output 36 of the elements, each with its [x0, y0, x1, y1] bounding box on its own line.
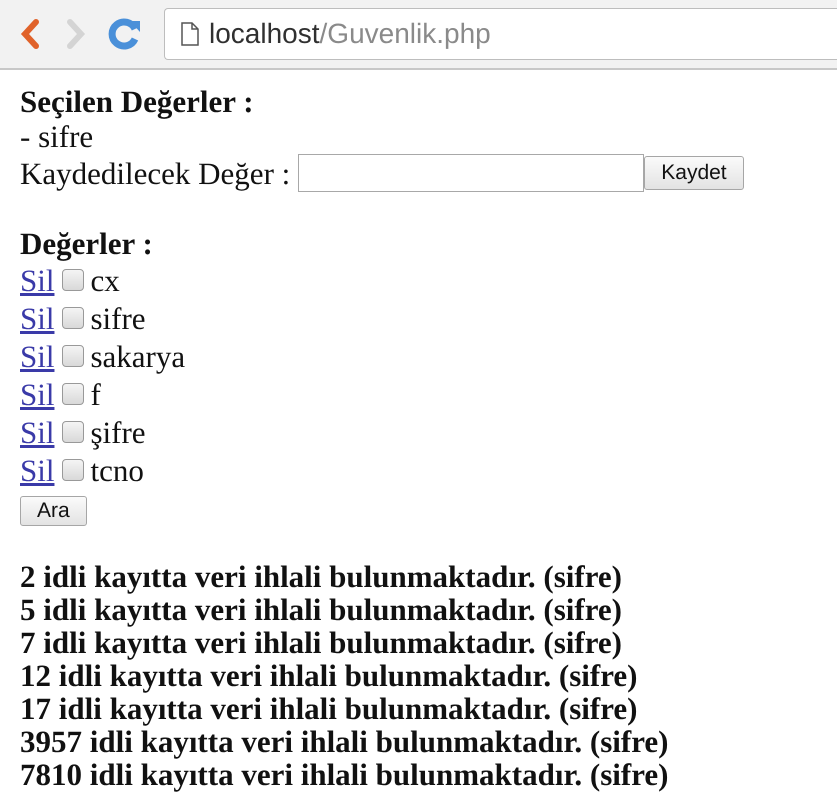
reload-button[interactable]	[108, 17, 142, 51]
checkbox[interactable]	[62, 269, 84, 291]
section-heading: Değerler :	[20, 226, 153, 261]
value-label: sakarya	[90, 338, 186, 374]
checkbox[interactable]	[62, 345, 84, 367]
result-message: 12 idli kayıtta veri ihlali bulunmaktadır. (sifre)	[20, 659, 638, 692]
address-bar[interactable]: localhost/Guvenlik.php	[164, 8, 837, 60]
checkbox[interactable]	[62, 383, 84, 405]
result-message: 5 idli kayıtta veri ihlali bulunmaktadır. (sifre)	[20, 593, 622, 626]
value-label: tcno	[90, 452, 144, 488]
result-message: 2 idli kayıtta veri ihlali bulunmaktadır. (sifre)	[20, 560, 622, 593]
selected-value: - sifre	[20, 119, 94, 154]
field-label: Kaydedilecek Değer :	[20, 156, 290, 190]
result-message: 17 idli kayıtta veri ihlali bulunmaktadır. (sifre)	[20, 692, 638, 725]
delete-link[interactable]: Sil	[20, 414, 54, 450]
value-label: f	[90, 376, 101, 412]
delete-link[interactable]: Sil	[20, 452, 54, 488]
checkbox[interactable]	[62, 421, 84, 443]
save-button[interactable]: Kaydet	[644, 156, 744, 190]
delete-link[interactable]: Sil	[20, 376, 54, 412]
value-input-field[interactable]	[298, 154, 644, 192]
delete-link[interactable]: Sil	[20, 300, 54, 336]
page-icon	[181, 22, 199, 46]
result-message: 7810 idli kayıtta veri ihlali bulunmaktadır. (sifre)	[20, 758, 668, 791]
delete-link[interactable]: Sil	[20, 338, 54, 374]
value-label: şifre	[90, 414, 146, 450]
delete-link[interactable]: Sil	[20, 262, 54, 298]
section-heading: Seçilen Değerler :	[20, 84, 254, 119]
result-message: 7 idli kayıtta veri ihlali bulunmaktadır. (sifre)	[20, 626, 622, 659]
back-button[interactable]	[20, 19, 42, 49]
checkbox[interactable]	[62, 459, 84, 481]
result-message: 3957 idli kayıtta veri ihlali bulunmaktadır. (sifre)	[20, 725, 668, 758]
value-label: sifre	[90, 300, 146, 336]
search-button[interactable]: Ara	[20, 496, 87, 526]
checkbox[interactable]	[62, 307, 84, 329]
value-label: cx	[90, 262, 120, 298]
